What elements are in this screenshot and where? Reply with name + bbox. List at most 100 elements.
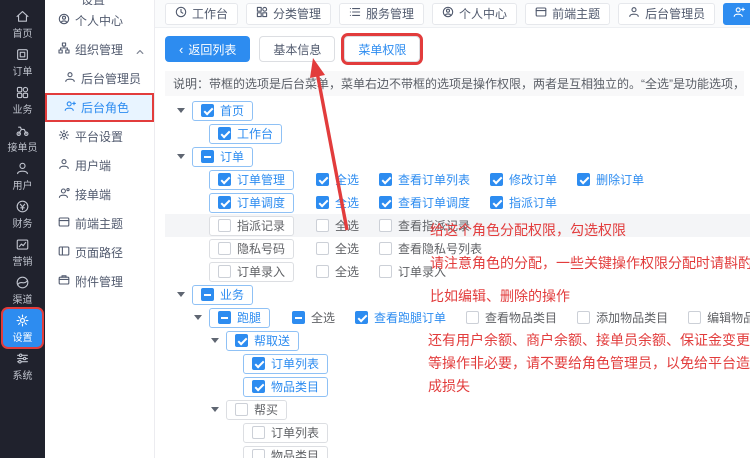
- checkbox[interactable]: [218, 242, 231, 255]
- operation-option[interactable]: 查看隐私号列表: [379, 240, 482, 257]
- rail-item-2[interactable]: 订单: [0, 43, 45, 81]
- rail-item-7[interactable]: 营销: [0, 233, 45, 271]
- operation-option[interactable]: 全选: [316, 240, 359, 257]
- menu-node-帮买[interactable]: 帮买: [226, 400, 287, 420]
- menu-node-订单列表[interactable]: 订单列表: [243, 354, 328, 374]
- operation-option[interactable]: 全选: [292, 309, 335, 326]
- checkbox[interactable]: [577, 173, 590, 186]
- operation-option[interactable]: 查看指派记录: [379, 217, 470, 234]
- back-to-list-button[interactable]: ‹ 返回列表: [165, 36, 250, 62]
- submenu-item-5[interactable]: 平台设置: [45, 122, 154, 151]
- rail-item-8[interactable]: 渠道: [0, 271, 45, 309]
- operation-option[interactable]: 全选: [316, 217, 359, 234]
- submenu-item-4[interactable]: 后台角色: [45, 93, 154, 122]
- menu-node-首页[interactable]: 首页: [192, 101, 253, 121]
- checkbox[interactable]: [252, 449, 265, 458]
- submenu-item-7[interactable]: 接单端: [45, 180, 154, 209]
- checkbox[interactable]: [218, 265, 231, 278]
- tree-expand-caret[interactable]: [177, 292, 185, 297]
- checkbox[interactable]: [235, 403, 248, 416]
- checkbox[interactable]: [218, 311, 231, 324]
- operation-option[interactable]: 指派订单: [490, 194, 557, 211]
- tab-menu-permissions[interactable]: 菜单权限: [344, 36, 420, 62]
- menu-node-隐私号码[interactable]: 隐私号码: [209, 239, 294, 259]
- checkbox[interactable]: [577, 311, 590, 324]
- checkbox[interactable]: [466, 311, 479, 324]
- open-tab-5[interactable]: 前端主题: [525, 3, 610, 25]
- open-tab-4[interactable]: 个人中心: [432, 3, 517, 25]
- menu-node-订单管理[interactable]: 订单管理: [209, 170, 294, 190]
- open-tab-2[interactable]: 分类管理: [246, 3, 331, 25]
- operation-option[interactable]: 删除订单: [577, 171, 644, 188]
- menu-node-业务[interactable]: 业务: [192, 285, 253, 305]
- checkbox[interactable]: [218, 196, 231, 209]
- checkbox[interactable]: [379, 265, 392, 278]
- checkbox[interactable]: [252, 357, 265, 370]
- rail-item-10[interactable]: 系统: [0, 347, 45, 385]
- checkbox[interactable]: [490, 173, 503, 186]
- submenu-item-3[interactable]: 后台管理员: [45, 64, 154, 93]
- checkbox[interactable]: [490, 196, 503, 209]
- submenu-item-10[interactable]: 附件管理: [45, 267, 154, 296]
- rail-item-9[interactable]: 设置: [3, 309, 42, 347]
- checkbox[interactable]: [316, 219, 329, 232]
- checkbox[interactable]: [355, 311, 368, 324]
- open-tab-1[interactable]: 工作台: [165, 3, 238, 25]
- checkbox[interactable]: [252, 380, 265, 393]
- operation-option[interactable]: 编辑物品类目: [688, 309, 750, 326]
- operation-option[interactable]: 查看跑腿订单: [355, 309, 446, 326]
- menu-node-指派记录[interactable]: 指派记录: [209, 216, 294, 236]
- open-tab-7[interactable]: 后台角色×: [723, 3, 750, 25]
- checkbox[interactable]: [201, 150, 214, 163]
- tree-expand-caret[interactable]: [177, 154, 185, 159]
- menu-node-物品类目[interactable]: 物品类目: [243, 446, 328, 458]
- checkbox[interactable]: [201, 104, 214, 117]
- tree-expand-caret[interactable]: [177, 108, 185, 113]
- menu-node-跑腿[interactable]: 跑腿: [209, 308, 270, 328]
- rail-item-5[interactable]: 用户: [0, 157, 45, 195]
- checkbox[interactable]: [218, 173, 231, 186]
- submenu-item-8[interactable]: 前端主题: [45, 209, 154, 238]
- submenu-item-2[interactable]: 组织管理: [45, 35, 154, 64]
- rail-item-4[interactable]: 接单员: [0, 119, 45, 157]
- tree-expand-caret[interactable]: [211, 338, 219, 343]
- checkbox[interactable]: [316, 173, 329, 186]
- checkbox[interactable]: [316, 265, 329, 278]
- menu-node-帮取送[interactable]: 帮取送: [226, 331, 299, 351]
- checkbox[interactable]: [292, 311, 305, 324]
- open-tab-6[interactable]: 后台管理员: [618, 3, 715, 25]
- open-tab-3[interactable]: 服务管理: [339, 3, 424, 25]
- operation-option[interactable]: 添加物品类目: [577, 309, 668, 326]
- checkbox[interactable]: [316, 242, 329, 255]
- menu-node-订单列表[interactable]: 订单列表: [243, 423, 328, 443]
- checkbox[interactable]: [379, 242, 392, 255]
- operation-option[interactable]: 查看物品类目: [466, 309, 557, 326]
- checkbox[interactable]: [218, 219, 231, 232]
- checkbox[interactable]: [252, 426, 265, 439]
- operation-option[interactable]: 全选: [316, 171, 359, 188]
- operation-option[interactable]: 查看订单调度: [379, 194, 470, 211]
- operation-option[interactable]: 全选: [316, 263, 359, 280]
- operation-option[interactable]: 查看订单列表: [379, 171, 470, 188]
- menu-node-订单调度[interactable]: 订单调度: [209, 193, 294, 213]
- menu-node-订单[interactable]: 订单: [192, 147, 253, 167]
- checkbox[interactable]: [235, 334, 248, 347]
- checkbox[interactable]: [379, 196, 392, 209]
- checkbox[interactable]: [218, 127, 231, 140]
- checkbox[interactable]: [316, 196, 329, 209]
- checkbox[interactable]: [688, 311, 701, 324]
- operation-option[interactable]: 订单录入: [379, 263, 446, 280]
- checkbox[interactable]: [379, 219, 392, 232]
- operation-option[interactable]: 全选: [316, 194, 359, 211]
- submenu-item-6[interactable]: 用户端: [45, 151, 154, 180]
- menu-node-物品类目[interactable]: 物品类目: [243, 377, 328, 397]
- rail-item-3[interactable]: 业务: [0, 81, 45, 119]
- tab-basic-info[interactable]: 基本信息: [259, 36, 335, 62]
- rail-item-1[interactable]: 首页: [0, 5, 45, 43]
- tree-expand-caret[interactable]: [211, 407, 219, 412]
- rail-item-6[interactable]: 财务: [0, 195, 45, 233]
- tree-expand-caret[interactable]: [194, 315, 202, 320]
- submenu-item-9[interactable]: 页面路径: [45, 238, 154, 267]
- checkbox[interactable]: [201, 288, 214, 301]
- submenu-item-1[interactable]: 个人中心: [45, 6, 154, 35]
